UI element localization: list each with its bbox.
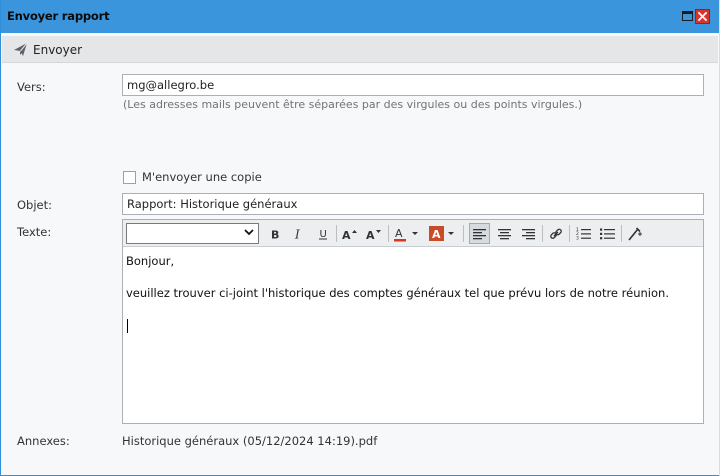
window-title: Envoyer rapport [7,9,110,23]
decrease-font-size-button[interactable]: A [364,223,384,244]
svg-text:A: A [342,229,351,240]
highlight-color-icon: A [429,225,454,241]
toolbar-separator [463,225,464,242]
insert-link-button[interactable] [545,223,566,244]
send-report-dialog: Envoyer rapport Envoyer Vers: mg@allegro… [0,0,720,476]
svg-text:I: I [294,228,300,240]
align-right-icon [522,228,535,239]
italic-icon: I [294,228,300,240]
body-label: Texte: [17,225,52,239]
font-size-decrease-icon: A [366,229,381,240]
bold-icon: B [271,228,279,240]
bullet-list-button[interactable] [597,223,618,244]
chevron-down-icon [244,229,254,236]
svg-text:B: B [271,228,279,240]
svg-text:3: 3 [576,236,579,241]
svg-text:A: A [432,228,441,241]
align-center-button[interactable] [494,223,515,244]
increase-font-size-button[interactable]: A [340,223,360,244]
link-icon [549,228,562,239]
action-toolbar: Envoyer [2,36,718,63]
align-left-icon [473,228,486,239]
editor-body[interactable]: Bonjour, veuillez trouver ci-joint l'his… [126,252,700,420]
toolbar-separator [336,225,337,242]
italic-button[interactable]: I [289,223,307,244]
maximize-button[interactable] [680,9,695,24]
underline-icon: U [319,229,327,240]
svg-text:U: U [320,229,327,240]
align-center-icon [498,228,511,239]
font-color-icon: A [394,227,418,241]
align-left-button[interactable] [469,223,490,244]
paper-plane-icon [14,42,28,56]
editor-line: veuillez trouver ci-joint l'historique d… [126,286,669,300]
underline-button[interactable]: U [314,223,332,244]
title-bar[interactable]: Envoyer rapport [1,0,720,33]
font-color-button[interactable]: A [392,223,422,244]
maximize-icon [682,11,693,21]
svg-text:A: A [366,229,375,240]
to-input[interactable]: mg@allegro.be [122,74,704,96]
checkbox-box[interactable] [123,170,136,184]
to-hint: (Les adresses mails peuvent être séparée… [123,98,583,111]
editor-toolbar: B I U A A A A 1 2 3 [123,220,703,247]
numbered-list-button[interactable]: 1 2 3 [573,223,594,244]
text-caret [127,319,128,333]
toolbar-separator [388,225,389,242]
clear-formatting-button[interactable] [624,223,645,244]
subject-input[interactable]: Rapport: Historique généraux [122,193,704,215]
toolbar-separator [569,225,570,242]
subject-label: Objet: [17,198,53,212]
editor-line: Bonjour, [126,254,175,268]
align-right-button[interactable] [518,223,539,244]
send-button-label: Envoyer [33,42,83,57]
rich-text-editor: B I U A A A A 1 2 3 Bonjour, veuillez tr… [122,219,704,424]
toolbar-separator [621,225,622,242]
svg-text:A: A [395,227,403,240]
send-copy-label: M'envoyer une copie [142,170,262,184]
highlight-color-button[interactable]: A [428,223,458,244]
toolbar-separator [542,225,543,242]
bold-button[interactable]: B [266,223,284,244]
to-label: Vers: [17,80,46,94]
close-button[interactable] [695,9,710,24]
attachment-file-link[interactable]: Historique généraux (05/12/2024 14:19).p… [122,434,377,448]
close-icon [698,12,707,21]
font-select[interactable] [126,223,259,244]
send-copy-checkbox[interactable]: M'envoyer une copie [123,170,262,184]
font-size-increase-icon: A [342,229,357,240]
send-button[interactable]: Envoyer [10,40,85,59]
bullet-list-icon [600,228,615,240]
attachments-label: Annexes: [17,434,70,448]
clear-formatting-icon [627,226,642,241]
numbered-list-icon: 1 2 3 [576,227,591,240]
